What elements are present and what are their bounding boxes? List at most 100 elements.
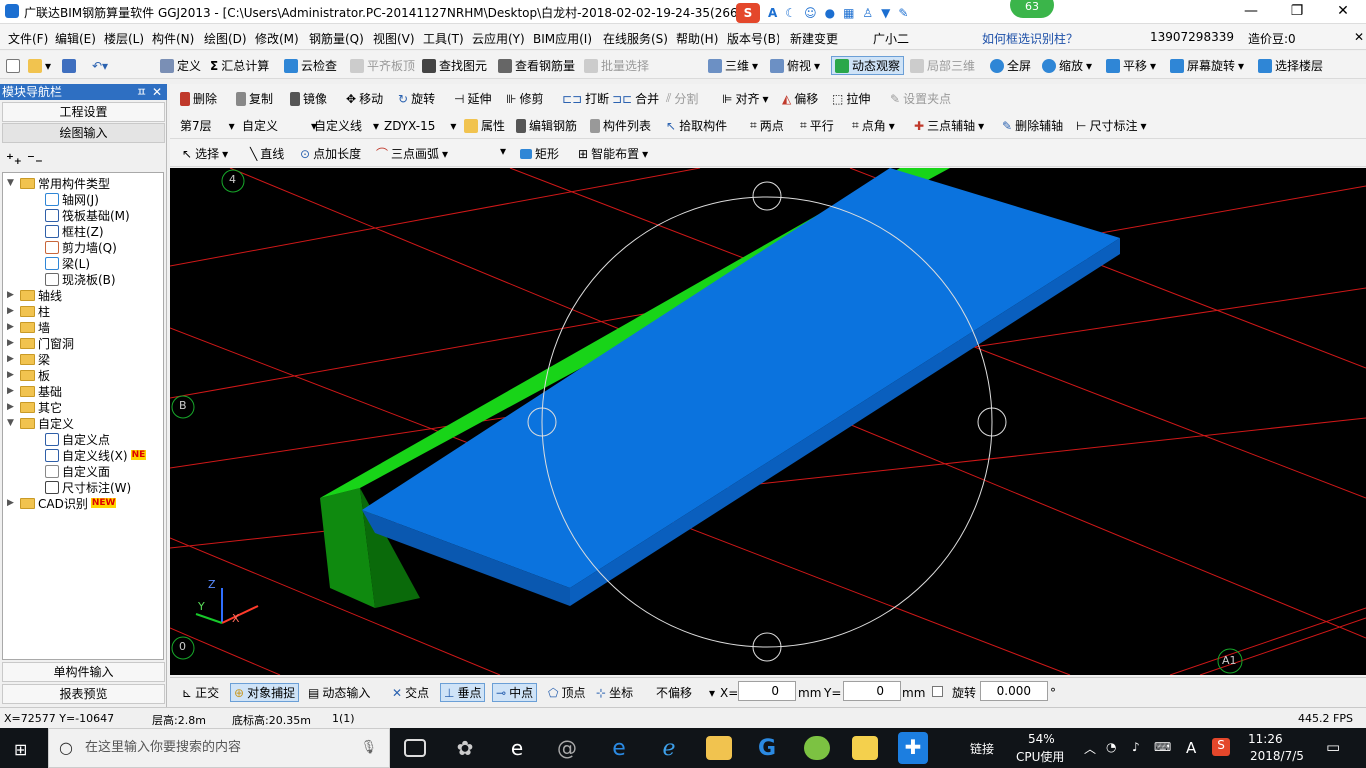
windows-start-icon[interactable]: ⊞ xyxy=(14,740,27,759)
extend-button[interactable]: ⊣ 延伸 xyxy=(454,89,491,108)
tree-item[interactable]: 尺寸标注(W) xyxy=(45,479,131,495)
menu-view[interactable]: 视图(V) xyxy=(373,30,415,47)
expand-arrow-icon[interactable]: ▶ xyxy=(7,386,17,396)
ime-keyboard-icon[interactable]: ▦ xyxy=(843,6,854,20)
object-snap-button[interactable]: ⊕ 对象捕捉 xyxy=(230,683,300,702)
expand-arrow-icon[interactable]: ▶ xyxy=(7,498,17,508)
x-input[interactable]: 0 xyxy=(738,681,796,701)
ime-moon-icon[interactable]: ☾ xyxy=(785,6,796,20)
notification-center-icon[interactable]: ▭ xyxy=(1326,738,1340,756)
arc-mode-dropdown[interactable]: ▾ xyxy=(500,144,506,158)
merge-button[interactable]: ⊐⊏ 合并 xyxy=(612,89,659,108)
menu-bim[interactable]: BIM应用(I) xyxy=(533,30,592,47)
define-button[interactable]: 定义 xyxy=(160,56,201,75)
delete-button[interactable]: 删除 xyxy=(180,89,217,108)
open-file-icon[interactable]: ▾ xyxy=(28,56,51,75)
ime-wrench-icon[interactable]: ✎ xyxy=(898,6,908,20)
dynamic-input-button[interactable]: ▤ 动态输入 xyxy=(308,683,370,702)
smart-layout-button[interactable]: ⊞ 智能布置 ▾ xyxy=(578,144,648,163)
ie-icon[interactable]: e xyxy=(504,736,530,760)
type-select[interactable]: 自定义线 ▾ xyxy=(314,116,379,135)
undo-icon[interactable]: ↶▾ xyxy=(92,56,108,75)
stretch-button[interactable]: ⬚ 拉伸 xyxy=(832,89,870,108)
tree-item[interactable]: 现浇板(B) xyxy=(45,271,116,287)
tree-item[interactable]: 自定义面 xyxy=(45,463,110,479)
cloud-check-button[interactable]: 云检查 xyxy=(284,56,337,75)
fan-app-icon[interactable]: ✿ xyxy=(452,736,478,760)
flush-slab-button[interactable]: 平齐板顶 xyxy=(350,56,415,75)
single-input-button[interactable]: 单构件输入 xyxy=(2,662,165,682)
tree-item[interactable]: ▶ 墙 xyxy=(7,319,50,335)
tree-item[interactable]: ▶ 轴线 xyxy=(7,287,62,303)
two-points-button[interactable]: ⌗ 两点 xyxy=(750,116,784,135)
user-phone[interactable]: 13907298339 xyxy=(1150,30,1234,44)
category-select[interactable]: 自定义 ▾ xyxy=(242,116,317,135)
menu-edit[interactable]: 编辑(E) xyxy=(55,30,96,47)
project-settings-button[interactable]: 工程设置 xyxy=(2,102,165,122)
tree-item[interactable]: 自定义线(X) NE xyxy=(45,447,147,463)
y-input[interactable]: 0 xyxy=(843,681,901,701)
bean-count[interactable]: 造价豆:0 xyxy=(1248,30,1296,47)
sogou-icon[interactable]: S xyxy=(736,3,760,23)
trim-button[interactable]: ⊪ 修剪 xyxy=(506,89,543,108)
align-button[interactable]: ⊫ 对齐 ▾ xyxy=(722,89,769,108)
select-floor-button[interactable]: 选择楼层 xyxy=(1258,56,1323,75)
properties-button[interactable]: 属性 xyxy=(464,116,505,135)
rotate-input[interactable]: 0.000 xyxy=(980,681,1048,701)
intersection-snap[interactable]: ✕ 交点 xyxy=(392,683,429,702)
view-rebar-button[interactable]: 查看钢筋量 xyxy=(498,56,575,75)
line-button[interactable]: ╲ 直线 xyxy=(250,144,284,163)
coordinate-snap[interactable]: ⊹ 坐标 xyxy=(596,683,633,702)
menu-guangxiaoer[interactable]: 广小二 xyxy=(873,30,909,47)
set-grip-button[interactable]: ✎ 设置夹点 xyxy=(890,89,951,108)
glodon-app-icon[interactable]: G xyxy=(754,736,780,761)
minimize-button[interactable]: — xyxy=(1228,0,1274,24)
tree-item[interactable]: ▶ 其它 xyxy=(7,399,62,415)
tree-item[interactable]: ▶ 基础 xyxy=(7,383,62,399)
menu-draw[interactable]: 绘图(D) xyxy=(204,30,247,47)
expand-arrow-icon[interactable]: ▶ xyxy=(7,370,17,380)
parallel-button[interactable]: ⌗ 平行 xyxy=(800,116,834,135)
expand-arrow-icon[interactable]: ▶ xyxy=(7,402,17,412)
component-list-button[interactable]: 构件列表 xyxy=(590,116,651,135)
expand-arrow-icon[interactable]: ▶ xyxy=(7,338,17,348)
nav-close-icon[interactable]: ✕ xyxy=(152,84,162,100)
swirl-app-icon[interactable]: @ xyxy=(554,736,580,760)
menu-rebar[interactable]: 钢筋量(Q) xyxy=(309,30,364,47)
clock-date[interactable]: 2018/7/5 xyxy=(1250,749,1304,763)
expand-all-icon[interactable]: ⁺₊ ⁻₋ xyxy=(6,150,43,168)
close-button[interactable]: ✕ xyxy=(1320,0,1366,24)
menu-modify[interactable]: 修改(M) xyxy=(255,30,299,47)
fullscreen-button[interactable]: 全屏 xyxy=(990,56,1031,75)
tree-item[interactable]: 剪力墙(Q) xyxy=(45,239,117,255)
split-button[interactable]: ⫽ 分割 xyxy=(666,89,698,108)
tree-item[interactable]: 框柱(Z) xyxy=(45,223,104,239)
zoom-button[interactable]: 缩放 ▾ xyxy=(1042,56,1092,75)
active-app-icon[interactable]: ✚ xyxy=(898,732,928,764)
network-link[interactable]: 链接 xyxy=(970,740,994,757)
menu-online[interactable]: 在线服务(S) xyxy=(603,30,668,47)
vertex-snap[interactable]: ⬠ 顶点 xyxy=(548,683,585,702)
break-button[interactable]: ⊏⊐ 打断 xyxy=(562,89,609,108)
expand-arrow-icon[interactable]: ▶ xyxy=(7,354,17,364)
ime-person-icon[interactable]: ♙ xyxy=(862,6,873,20)
file-explorer-icon[interactable] xyxy=(706,736,732,760)
tree-item[interactable]: ▼ 常用构件类型 xyxy=(7,175,110,191)
move-button[interactable]: ✥ 移动 xyxy=(346,89,383,108)
copy-button[interactable]: 复制 xyxy=(236,89,273,108)
edge-icon[interactable]: e xyxy=(606,736,632,761)
element-select[interactable]: ZDYX-15 ▾ xyxy=(384,116,456,135)
menu-file[interactable]: 文件(F) xyxy=(8,30,48,47)
input-lang[interactable]: A xyxy=(1186,739,1196,757)
ie-blue-icon[interactable]: ℯ xyxy=(656,736,682,761)
menu-help[interactable]: 帮助(H) xyxy=(676,30,718,47)
expand-arrow-icon[interactable]: ▶ xyxy=(7,306,17,316)
wifi-icon[interactable]: ◔ xyxy=(1106,740,1116,754)
tree-item[interactable]: ▼ 自定义 xyxy=(7,415,74,431)
summary-calc-button[interactable]: Σ 汇总计算 xyxy=(210,56,269,75)
menu-new-change[interactable]: 新建变更 xyxy=(790,30,838,47)
tree-item[interactable]: ▶ 门窗洞 xyxy=(7,335,74,351)
help-link[interactable]: 如何框选识别柱？ xyxy=(982,30,1078,47)
dimension-button[interactable]: ⊢ 尺寸标注 ▾ xyxy=(1076,116,1147,135)
report-preview-button[interactable]: 报表预览 xyxy=(2,684,165,704)
